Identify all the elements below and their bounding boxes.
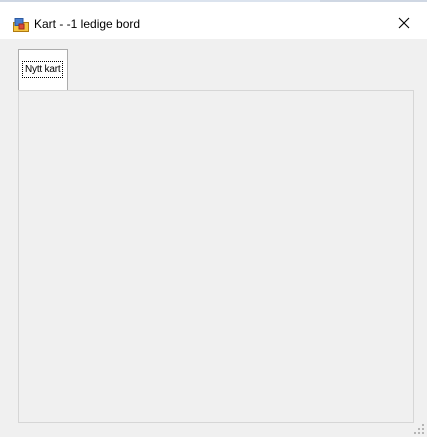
tab-label: Nytt kart bbox=[22, 61, 64, 78]
close-icon bbox=[398, 17, 410, 28]
tab-nytt-kart[interactable]: Nytt kart bbox=[18, 49, 68, 90]
resize-grip-icon[interactable] bbox=[414, 424, 424, 434]
tab-page bbox=[18, 90, 414, 423]
app-window-icon bbox=[13, 18, 29, 32]
edge-segment bbox=[120, 0, 320, 2]
edge-segment bbox=[0, 0, 120, 2]
close-button[interactable] bbox=[381, 6, 427, 39]
edge-segment bbox=[320, 0, 427, 2]
title-bar[interactable]: Kart - -1 ledige bord bbox=[0, 6, 427, 39]
main-window: Kart - -1 ledige bord Nytt kart bbox=[0, 0, 427, 437]
window-title: Kart - -1 ledige bord bbox=[34, 17, 141, 31]
